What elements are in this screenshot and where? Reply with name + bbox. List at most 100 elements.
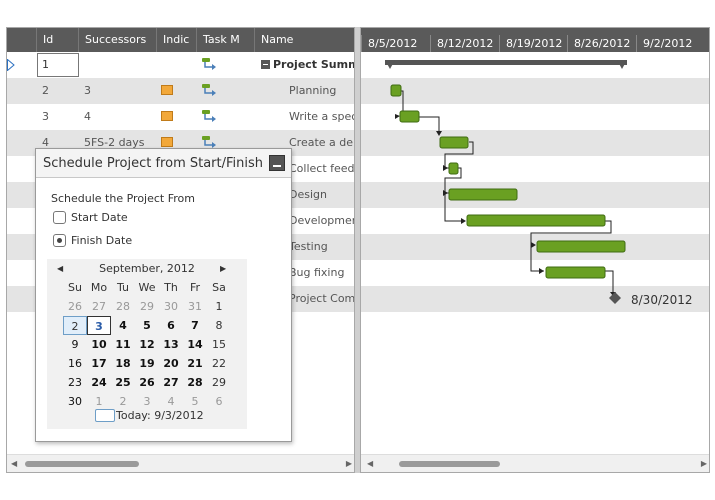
grid-horizontal-scrollbar[interactable]: ◀ ▶ <box>7 454 354 472</box>
calendar-day[interactable]: 15 <box>207 335 231 354</box>
calendar-day[interactable]: 31 <box>183 297 207 316</box>
id-cell[interactable]: 3 <box>37 104 79 130</box>
calendar-day[interactable]: 6 <box>159 316 183 335</box>
gantt-horizontal-scrollbar[interactable]: ◀ ▶ <box>361 454 709 472</box>
minimize-icon[interactable] <box>269 155 285 171</box>
successors-cell[interactable] <box>79 52 157 78</box>
column-header-indicators[interactable]: Indic <box>157 28 197 52</box>
chevron-right-icon[interactable]: ▶ <box>346 459 352 468</box>
calendar-day[interactable]: 27 <box>87 297 111 316</box>
calendar-day[interactable]: 12 <box>135 335 159 354</box>
task-bar-write-spec[interactable] <box>399 110 420 123</box>
calendar-day[interactable]: 25 <box>111 373 135 392</box>
task-bar-planning[interactable] <box>390 84 402 97</box>
today-link[interactable]: Today: 9/3/2012 <box>95 408 204 423</box>
day-of-week-label: Tu <box>116 281 130 294</box>
calendar-day[interactable]: 17 <box>87 354 111 373</box>
table-row[interactable]: 3 4 Write a specification <box>7 104 354 130</box>
task-name: Project Summary <box>273 58 354 71</box>
day-of-week-label: Su <box>68 281 82 294</box>
id-cell[interactable]: 2 <box>37 78 79 104</box>
schedule-project-dialog: Schedule Project from Start/Finish Sched… <box>35 148 292 442</box>
calendar-day[interactable]: 27 <box>159 373 183 392</box>
task-mode-cell[interactable] <box>197 78 255 104</box>
chevron-right-icon[interactable]: ▶ <box>701 459 707 468</box>
calendar-day[interactable]: 10 <box>87 335 111 354</box>
task-mode-cell[interactable] <box>197 52 255 78</box>
calendar-day[interactable]: 18 <box>111 354 135 373</box>
task-mode-icon <box>202 84 216 96</box>
note-icon[interactable] <box>161 137 173 147</box>
calendar-day[interactable]: 2 <box>63 316 87 335</box>
task-mode-icon <box>202 136 216 148</box>
chevron-left-icon[interactable]: ◀ <box>367 459 373 468</box>
day-of-week-label: Sa <box>212 281 226 294</box>
task-bar-development[interactable] <box>466 214 606 227</box>
table-row[interactable]: 1 Project Summary <box>7 52 354 78</box>
collapse-icon[interactable] <box>261 59 270 69</box>
calendar-day[interactable]: 9 <box>63 335 87 354</box>
column-header-task-mode[interactable]: Task M <box>197 28 255 52</box>
name-cell[interactable]: Write a specification <box>255 104 354 130</box>
task-bar-create-demo[interactable] <box>439 136 469 149</box>
calendar-day[interactable]: 29 <box>135 297 159 316</box>
chevron-right-icon[interactable]: ▶ <box>220 264 226 278</box>
calendar-day[interactable]: 22 <box>207 354 231 373</box>
column-header-name[interactable]: Name <box>255 28 354 52</box>
dialog-title-bar[interactable]: Schedule Project from Start/Finish <box>36 149 291 178</box>
summary-bar[interactable] <box>385 60 627 69</box>
grid-scroll-thumb[interactable] <box>25 461 139 467</box>
calendar-day[interactable]: 6 <box>207 392 231 411</box>
calendar-day[interactable]: 8 <box>207 316 231 335</box>
calendar-day[interactable]: 30 <box>159 297 183 316</box>
calendar-day[interactable]: 11 <box>111 335 135 354</box>
name-cell[interactable]: Project Summary <box>255 52 354 78</box>
calendar-day[interactable]: 14 <box>183 335 207 354</box>
gantt-scroll-thumb[interactable] <box>399 461 500 467</box>
milestone-diamond[interactable] <box>609 292 621 304</box>
calendar-day[interactable]: 23 <box>63 373 87 392</box>
task-bars <box>390 84 626 279</box>
calendar-day[interactable]: 3 <box>87 316 111 335</box>
grid-header: Id Successors Indic Task M Name <box>7 28 354 52</box>
task-bar-collect-feedback[interactable] <box>448 162 459 175</box>
calendar-day[interactable]: 29 <box>207 373 231 392</box>
start-date-radio[interactable] <box>53 210 66 224</box>
note-icon[interactable] <box>161 111 173 121</box>
successors-cell[interactable]: 4 <box>79 104 157 130</box>
calendar-day[interactable]: 26 <box>135 373 159 392</box>
calendar-month-title[interactable]: September, 2012 <box>47 262 247 275</box>
calendar-day[interactable]: 4 <box>111 316 135 335</box>
day-of-week-label: Th <box>164 281 178 294</box>
calendar-day[interactable]: 20 <box>159 354 183 373</box>
row-indicator-header <box>7 28 37 52</box>
finish-date-option[interactable]: Finish Date <box>53 233 132 250</box>
finish-date-radio[interactable] <box>53 233 66 247</box>
chevron-left-icon[interactable]: ◀ <box>11 459 17 468</box>
calendar-day[interactable]: 1 <box>207 297 231 316</box>
calendar-day[interactable]: 13 <box>159 335 183 354</box>
id-edit-cell[interactable]: 1 <box>37 53 79 77</box>
calendar-day[interactable]: 24 <box>87 373 111 392</box>
calendar-day[interactable]: 30 <box>63 392 87 411</box>
calendar-day[interactable]: 28 <box>111 297 135 316</box>
column-header-successors[interactable]: Successors <box>79 28 157 52</box>
successors-cell[interactable]: 3 <box>79 78 157 104</box>
task-bar-bug-fixing[interactable] <box>545 266 606 279</box>
calendar-day[interactable]: 26 <box>63 297 87 316</box>
column-header-id[interactable]: Id <box>37 28 79 52</box>
calendar-day[interactable]: 7 <box>183 316 207 335</box>
calendar-day[interactable]: 16 <box>63 354 87 373</box>
calendar-day[interactable]: 28 <box>183 373 207 392</box>
calendar-day[interactable]: 5 <box>135 316 159 335</box>
calendar-day[interactable]: 21 <box>183 354 207 373</box>
task-mode-cell[interactable] <box>197 104 255 130</box>
calendar-day[interactable]: 19 <box>135 354 159 373</box>
task-bar-design[interactable] <box>448 188 518 201</box>
note-icon[interactable] <box>161 85 173 95</box>
table-row[interactable]: 2 3 Planning <box>7 78 354 104</box>
start-date-option[interactable]: Start Date <box>53 210 128 227</box>
task-bar-testing[interactable] <box>536 240 626 253</box>
name-cell[interactable]: Planning <box>255 78 354 104</box>
dialog-title: Schedule Project from Start/Finish <box>43 156 264 171</box>
